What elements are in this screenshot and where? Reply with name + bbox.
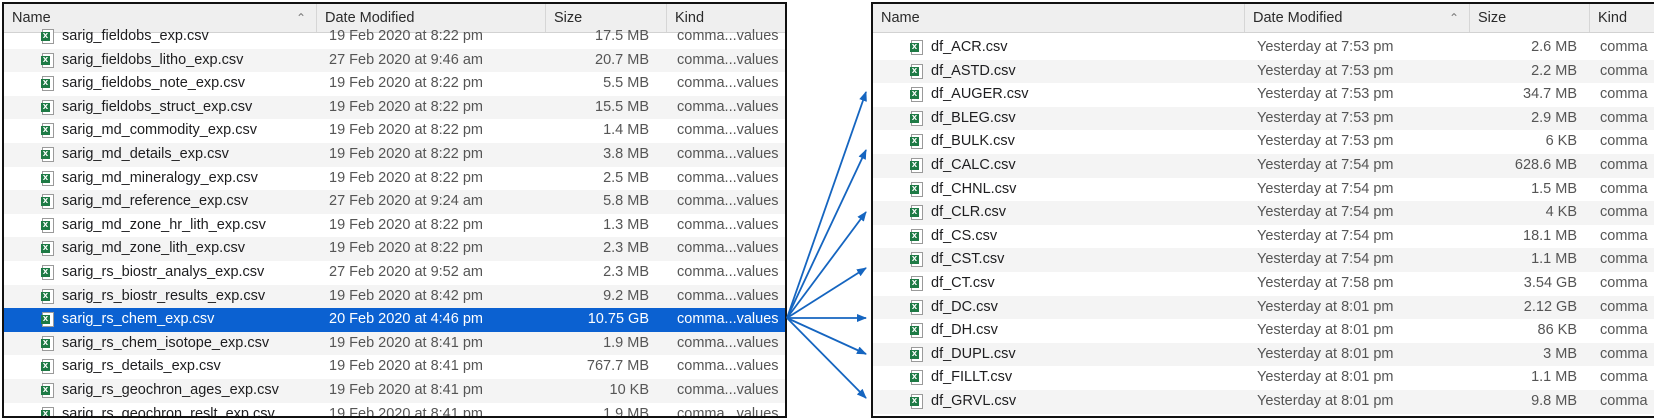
split-arrow [786,91,867,319]
split-arrow [786,317,867,355]
split-arrow [786,317,867,399]
split-arrow [786,211,867,319]
split-arrows [786,91,867,399]
